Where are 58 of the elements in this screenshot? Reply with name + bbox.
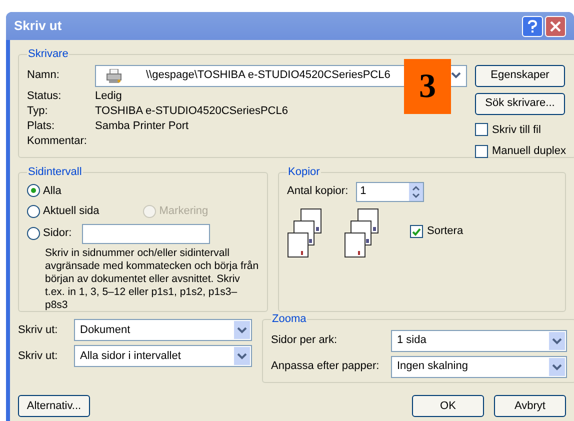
dialog-button[interactable]: Sök skrivare... — [475, 92, 565, 114]
field-label: Anpassa efter papper: — [271, 359, 380, 374]
close-icon — [550, 20, 561, 32]
chevron-down-icon — [451, 72, 461, 79]
field-label: Skriv ut: — [18, 348, 59, 364]
dropdown[interactable]: Ingen skalning — [391, 356, 567, 378]
dialog-button[interactable]: OK — [412, 395, 484, 417]
dialog-button[interactable]: Egenskaper — [475, 64, 565, 86]
radio-button[interactable] — [27, 204, 40, 218]
field-label: Status: — [27, 88, 62, 104]
field-label: Namn: — [27, 68, 60, 84]
chevron-down-icon — [234, 347, 250, 365]
radio-label: Alla — [43, 184, 62, 198]
group-legend: Kopior — [287, 164, 321, 180]
radio-button[interactable] — [27, 184, 40, 198]
field-value: TOSHIBA e-STUDIO4520CSeriesPCL6 — [95, 104, 288, 119]
dialog-button[interactable]: Alternativ... — [18, 395, 90, 417]
close-button[interactable] — [545, 16, 566, 36]
hint-text: Skriv in sidnummer och/eller sidintervall avgränsade med kommatecken och börja från början av dokumentet eller avsnittet. Skriv t.ex. in 1, 3, 5–12 eller p1s1, p1s2, p1s3–p8s3 — [45, 246, 259, 312]
step-number-badge: 3 — [404, 59, 451, 114]
radio-label: Sidor: — [43, 226, 72, 242]
page-range-field[interactable] — [82, 224, 210, 244]
collated-pages-drawing — [344, 208, 380, 260]
group-legend: Skrivare — [27, 46, 70, 62]
copies-spinner[interactable]: 1 — [356, 182, 424, 202]
checkbox-label: Sortera — [427, 224, 464, 240]
help-icon — [528, 20, 537, 32]
radio-button[interactable] — [27, 227, 40, 240]
checkbox-label: Manuell duplex — [492, 144, 566, 159]
dropdown[interactable]: 1 sida — [391, 330, 567, 352]
chevron-down-icon — [549, 332, 565, 350]
help-button[interactable] — [522, 16, 543, 36]
field-label: Kommentar: — [27, 134, 88, 149]
field-label: Plats: — [27, 118, 56, 134]
checkbox-label: Skriv till fil — [492, 122, 541, 138]
group-legend: Sidintervall — [27, 164, 83, 180]
dropdown[interactable]: Dokument — [74, 319, 252, 341]
chevron-down-icon — [549, 358, 565, 376]
checkbox[interactable] — [410, 225, 423, 238]
field-label: Sidor per ark: — [271, 333, 338, 348]
checkbox[interactable] — [475, 144, 488, 158]
field-value: Ledig — [95, 88, 122, 104]
dialog-button[interactable]: Avbryt — [494, 395, 566, 417]
dropdown[interactable]: Alla sidor i intervallet — [74, 345, 252, 367]
collated-pages-drawing — [287, 208, 323, 260]
window-title: Skriv ut — [14, 17, 63, 36]
field-label: Skriv ut: — [18, 322, 59, 338]
group-legend: Zooma — [271, 311, 308, 328]
field-label: Typ: — [27, 104, 49, 119]
radio-label: Aktuell sida — [43, 204, 100, 219]
dropdown-value: \\gespage\TOSHIBA e-STUDIO4520CSeriesPCL6 — [146, 68, 392, 84]
chevron-down-icon — [234, 321, 250, 339]
radio-label: Markering — [159, 204, 208, 219]
checkbox[interactable] — [475, 123, 488, 136]
printer-icon — [106, 68, 122, 82]
field-label: Antal kopior: — [287, 184, 348, 200]
spin-arrows-icon — [409, 182, 424, 200]
field-value: Samba Printer Port — [95, 118, 189, 134]
